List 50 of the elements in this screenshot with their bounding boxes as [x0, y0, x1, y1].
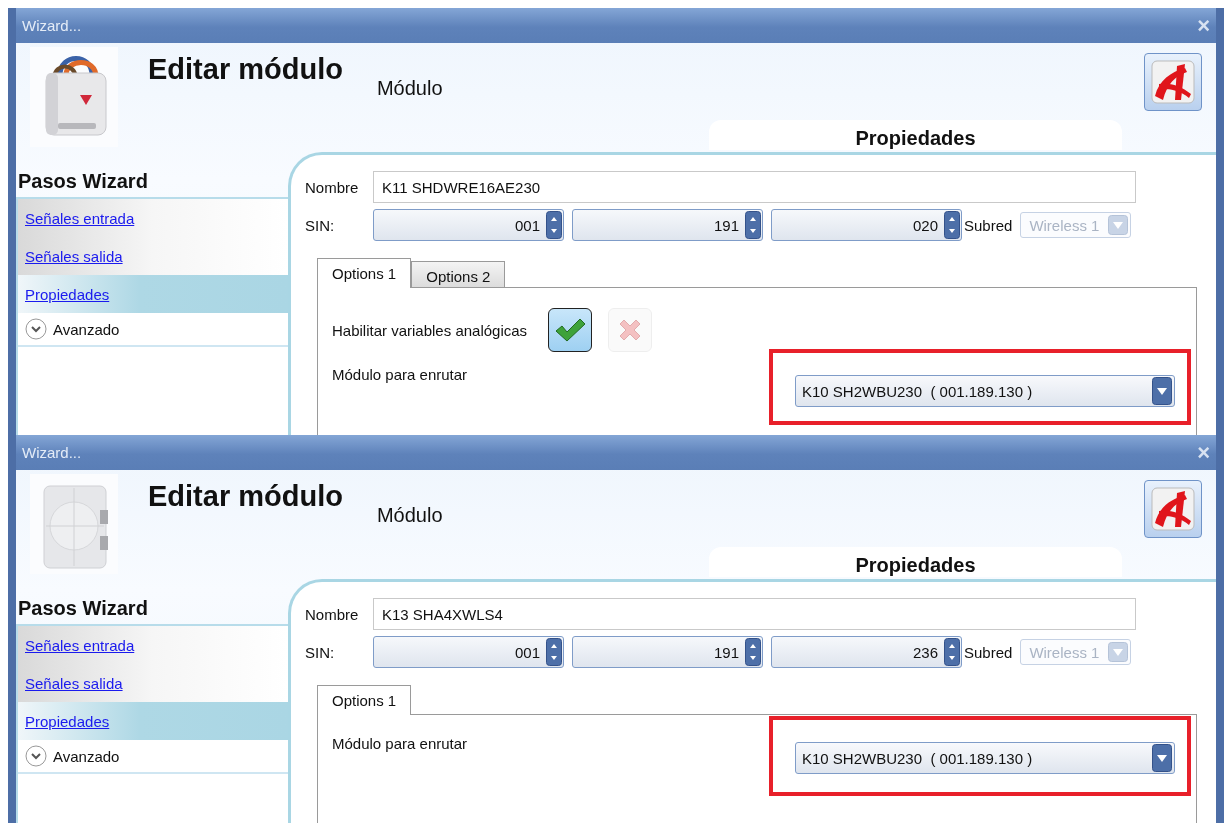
window-title: Wizard...: [21, 444, 82, 461]
name-field[interactable]: K13 SHA4XWLS4: [373, 598, 1136, 630]
sin-spinner[interactable]: 236: [771, 636, 962, 668]
spin-buttons-icon[interactable]: [944, 638, 960, 666]
options-tab[interactable]: Options 1: [317, 258, 412, 288]
sin-spinner[interactable]: 001: [373, 636, 564, 668]
window-title: Wizard...: [21, 17, 82, 34]
sin-spinner[interactable]: 001: [373, 209, 564, 241]
option-label: Módulo para enrutar: [332, 366, 469, 383]
option-label: Habilitar variables analógicas: [332, 321, 529, 339]
module-dropdown[interactable]: K10 SH2WBU230 ( 001.189.130 ): [795, 742, 1175, 774]
step-link[interactable]: Señales entrada: [25, 209, 135, 227]
field-label: Subred: [964, 216, 1013, 234]
page-subheading: Módulo: [376, 504, 443, 528]
spin-buttons-icon[interactable]: [944, 211, 960, 239]
spin-buttons-icon[interactable]: [745, 638, 761, 666]
module-dropdown[interactable]: K10 SH2WBU230 ( 001.189.130 ): [795, 375, 1175, 407]
step-link[interactable]: Señales entrada: [25, 636, 135, 654]
name-field[interactable]: K11 SHDWRE16AE230: [373, 171, 1136, 203]
page-heading: Editar módulo: [148, 53, 343, 87]
steps-heading: Pasos Wizard: [17, 170, 149, 193]
field-label: SIN:: [305, 643, 336, 661]
chevron-circle-icon: [25, 318, 47, 340]
sin-spinner[interactable]: 191: [572, 636, 763, 668]
spin-buttons-icon[interactable]: [546, 638, 562, 666]
page-heading: Editar módulo: [148, 480, 343, 514]
swoosh-icon: [1151, 487, 1195, 531]
step-link[interactable]: Señales salida: [25, 247, 123, 265]
option-label: Módulo para enrutar: [332, 735, 469, 752]
options-tab[interactable]: Options 2: [411, 261, 506, 287]
sin-spinner[interactable]: 020: [771, 209, 962, 241]
field-label: Nombre: [305, 178, 360, 196]
chevron-circle-icon: [25, 745, 47, 767]
step-link[interactable]: Propiedades: [25, 712, 110, 730]
spin-buttons-icon[interactable]: [546, 211, 562, 239]
spin-buttons-icon[interactable]: [745, 211, 761, 239]
field-label: Subred: [964, 643, 1013, 661]
swoosh-icon: [1151, 60, 1195, 104]
step-link[interactable]: Propiedades: [25, 285, 110, 303]
page-subheading: Módulo: [376, 77, 443, 101]
options-tab[interactable]: Options 1: [317, 685, 412, 715]
check-icon: [554, 317, 586, 343]
check-button[interactable]: [548, 308, 592, 352]
field-label: SIN:: [305, 216, 336, 234]
step-link[interactable]: Señales salida: [25, 674, 123, 692]
steps-heading: Pasos Wizard: [17, 597, 149, 620]
pdf-button[interactable]: [1144, 53, 1202, 111]
field-label: Nombre: [305, 605, 360, 623]
pdf-button[interactable]: [1144, 480, 1202, 538]
sin-spinner[interactable]: 191: [572, 209, 763, 241]
